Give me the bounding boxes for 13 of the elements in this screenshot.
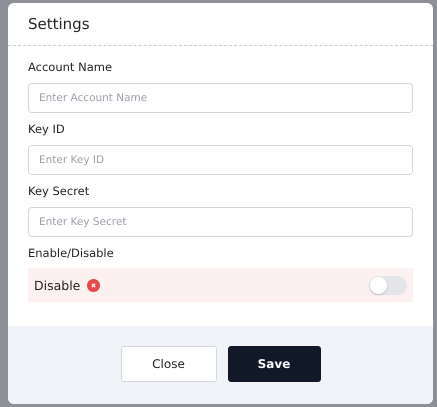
field-label: Key Secret — [28, 184, 90, 198]
field-label: Account Name — [28, 60, 114, 74]
status-text: Disable — [34, 278, 80, 292]
dialog-title: Settings — [28, 15, 90, 33]
input-field[interactable]: Enter Account Name — [28, 83, 413, 113]
input-field[interactable]: Enter Key ID — [28, 145, 413, 175]
save-button[interactable]: Save — [228, 346, 320, 382]
field-label: Enable/Disable — [28, 246, 115, 260]
input-field[interactable]: Enter Key Secret — [28, 207, 413, 237]
close-icon — [87, 278, 100, 292]
toggle-switch[interactable] — [369, 276, 407, 294]
field-label: Key ID — [28, 122, 66, 136]
close-button[interactable]: Close — [120, 346, 216, 382]
